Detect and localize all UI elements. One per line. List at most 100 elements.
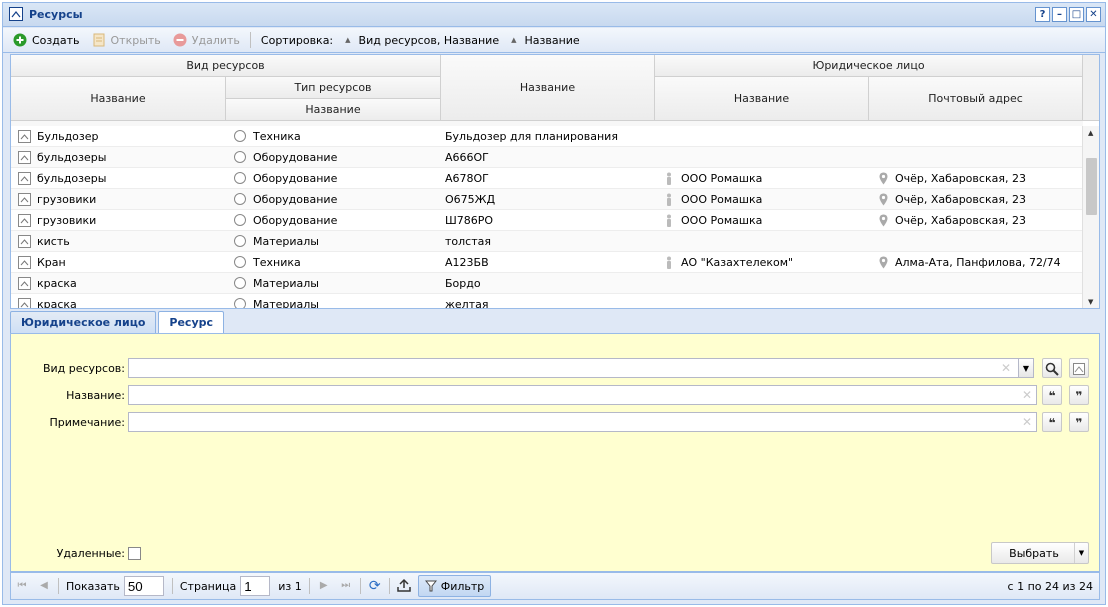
next-page-icon[interactable]: ▶ xyxy=(316,578,332,594)
header-entity-name[interactable]: Название xyxy=(655,77,869,121)
cell-type: Оборудование xyxy=(253,214,338,227)
cell-kind: Бульдозер xyxy=(37,130,99,143)
chevron-down-icon[interactable]: ▼ xyxy=(1018,358,1034,378)
resource-icon xyxy=(18,172,31,185)
cell-name: Ш786РО xyxy=(445,214,494,227)
header-kind-name[interactable]: Название xyxy=(11,77,226,121)
create-button[interactable]: Создать xyxy=(7,30,86,51)
header-name[interactable]: Название xyxy=(441,55,655,121)
refresh-icon[interactable]: ⟳ xyxy=(367,578,383,594)
filter-button[interactable]: Фильтр xyxy=(417,575,492,597)
scroll-up-icon[interactable]: ▲ xyxy=(1088,129,1093,137)
chevron-down-icon[interactable]: ▼ xyxy=(1074,543,1088,563)
paging-toolbar: ⏮ ◀ Показать Страница из 1 ▶ ⏭ ⟳ Фильтр … xyxy=(10,572,1100,600)
header-postal-address[interactable]: Почтовый адрес xyxy=(869,77,1083,121)
header-type-name[interactable]: Название xyxy=(226,99,441,121)
cell-address xyxy=(895,294,1081,308)
cell-kind: грузовики xyxy=(37,214,97,227)
resource-icon xyxy=(1073,363,1085,375)
radio-icon xyxy=(234,256,246,268)
quote-close-button[interactable]: ❞ xyxy=(1069,412,1089,432)
table-row[interactable]: краска Материалы Бордо xyxy=(11,273,1083,294)
cell-entity xyxy=(681,126,866,147)
grid-scrollbar[interactable]: ▲ ▼ xyxy=(1082,126,1099,308)
page-input[interactable] xyxy=(240,576,271,596)
pick-resource-button[interactable] xyxy=(1069,358,1089,378)
cell-entity xyxy=(681,231,866,252)
radio-icon xyxy=(234,214,246,226)
sort-name[interactable]: ▲ Название xyxy=(505,34,586,47)
name-input[interactable]: ✕ xyxy=(128,385,1037,405)
quote-open-button[interactable]: ❝ xyxy=(1042,412,1062,432)
location-pin-icon xyxy=(879,214,888,227)
table-row[interactable]: краска Материалы желтая xyxy=(11,294,1083,308)
last-page-icon[interactable]: ⏭ xyxy=(338,578,354,594)
open-button[interactable]: Открыть xyxy=(86,30,167,51)
quote-close-button[interactable]: ❞ xyxy=(1069,385,1089,405)
cell-address xyxy=(895,273,1081,294)
clear-icon[interactable]: ✕ xyxy=(1022,388,1032,402)
resource-icon xyxy=(18,130,31,143)
sort-kind-name[interactable]: ▲ Вид ресурсов, Название xyxy=(339,34,505,47)
cell-entity: ООО Ромашка xyxy=(681,172,763,185)
page-size-input[interactable] xyxy=(123,576,164,596)
prev-page-icon[interactable]: ◀ xyxy=(36,578,52,594)
resource-icon xyxy=(18,277,31,290)
select-button[interactable]: Выбрать ▼ xyxy=(991,542,1089,564)
sort-item-label: Вид ресурсов, Название xyxy=(358,33,500,47)
kind-combo[interactable]: ✕ ▼ xyxy=(128,358,1034,378)
table-row[interactable]: кисть Материалы толстая xyxy=(11,231,1083,252)
close-button[interactable]: ✕ xyxy=(1086,7,1101,22)
paging-summary: с 1 по 24 из 24 xyxy=(1007,580,1093,593)
resources-window: Ресурсы ? – □ ✕ Создать Открыть Удалить xyxy=(2,2,1106,605)
paging-separator xyxy=(308,578,310,594)
cell-entity xyxy=(681,273,866,294)
table-row[interactable]: бульдозеры Оборудование А666ОГ xyxy=(11,147,1083,168)
minimize-button[interactable]: – xyxy=(1052,7,1067,22)
clear-icon[interactable]: ✕ xyxy=(1022,415,1032,429)
header-resource-type[interactable]: Тип ресурсов xyxy=(226,77,441,99)
scroll-thumb[interactable] xyxy=(1086,158,1097,215)
sort-label: Сортировка: xyxy=(260,33,334,47)
quote-close-icon: ❞ xyxy=(1075,416,1083,430)
quote-open-icon: ❝ xyxy=(1048,389,1056,403)
cell-type: Техника xyxy=(253,130,301,143)
table-row[interactable]: Бульдозер Техника Бульдозер для планирован… xyxy=(11,126,1083,147)
deleted-checkbox[interactable] xyxy=(128,547,141,560)
cell-address: Очёр, Хабаровская, 23 xyxy=(895,172,1026,185)
tab-resource[interactable]: Ресурс xyxy=(158,311,225,335)
filter-label: Фильтр xyxy=(440,579,485,593)
quote-open-button[interactable]: ❝ xyxy=(1042,385,1062,405)
clear-icon[interactable]: ✕ xyxy=(1001,361,1011,375)
cell-entity xyxy=(681,147,866,168)
help-button[interactable]: ? xyxy=(1035,7,1050,22)
export-icon[interactable] xyxy=(396,578,412,594)
tab-legal-entity[interactable]: Юридическое лицо xyxy=(10,311,157,334)
cell-name: Бордо xyxy=(445,277,481,290)
table-row[interactable]: бульдозеры Оборудование А678ОГ ООО Ромашка О… xyxy=(11,168,1083,189)
window-title: Ресурсы xyxy=(29,8,83,21)
maximize-button[interactable]: □ xyxy=(1069,7,1084,22)
header-legal-entity[interactable]: Юридическое лицо xyxy=(655,55,1083,77)
note-input[interactable]: ✕ xyxy=(128,412,1037,432)
table-row[interactable]: грузовики Оборудование Ш786РО ООО Ромашка Оч… xyxy=(11,210,1083,231)
table-row[interactable]: грузовики Оборудование О675ЖД ООО Ромашка Оч… xyxy=(11,189,1083,210)
cell-name: Бульдозер для планирования xyxy=(445,130,618,143)
kind-label: Вид ресурсов: xyxy=(42,362,125,375)
page-label: Страница xyxy=(179,579,237,593)
location-pin-icon xyxy=(879,172,888,185)
table-row[interactable]: Кран Техника А123БВ АО "Казахтелеком" Алма-А… xyxy=(11,252,1083,273)
page-count: из 1 xyxy=(278,579,302,593)
window-icon xyxy=(9,7,23,21)
radio-icon xyxy=(234,151,246,163)
resources-grid: Вид ресурсов Название Тип ресурсов Назва… xyxy=(10,54,1100,309)
cell-entity: ООО Ромашка xyxy=(681,193,763,206)
radio-icon xyxy=(234,298,246,308)
delete-button[interactable]: Удалить xyxy=(167,30,246,51)
cell-type: Материалы xyxy=(253,277,319,290)
first-page-icon[interactable]: ⏮ xyxy=(14,578,30,594)
header-resource-kind[interactable]: Вид ресурсов xyxy=(11,55,441,77)
cell-address: Алма-Ата, Панфилова, 72/74 xyxy=(895,256,1061,269)
scroll-down-icon[interactable]: ▼ xyxy=(1088,298,1093,306)
search-button[interactable] xyxy=(1042,358,1062,378)
